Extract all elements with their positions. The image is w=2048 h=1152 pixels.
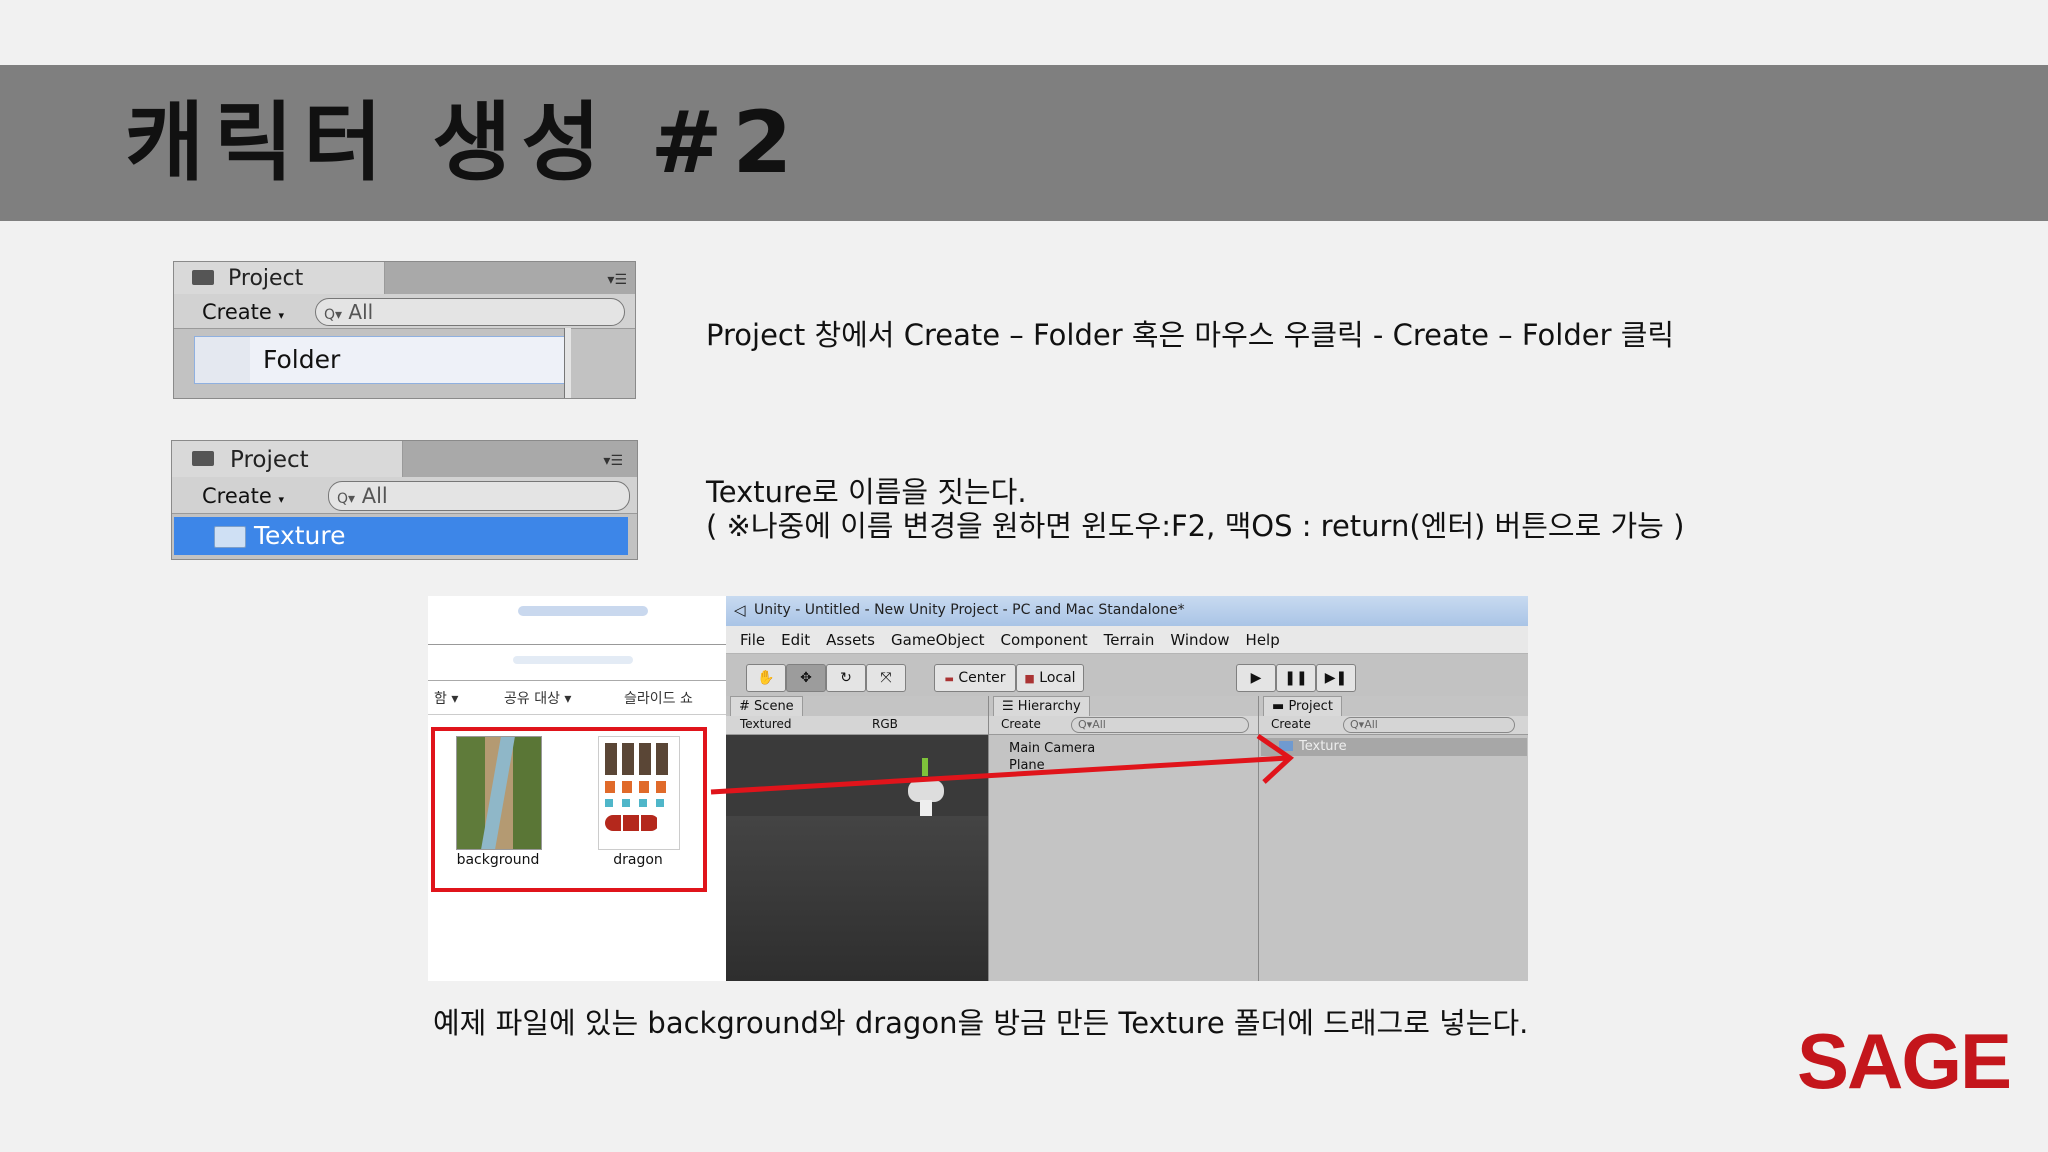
texture-folder-row[interactable]: Texture (174, 517, 628, 555)
project-tab[interactable]: Project (172, 441, 403, 477)
search-icon: Q▾ (324, 307, 343, 323)
project-tab-label: Project (230, 447, 309, 473)
rename-field[interactable]: Folder (194, 336, 568, 384)
search-field[interactable]: Q▾ All (315, 298, 625, 326)
drag-illustration: 함 ▾ 공유 대상 ▾ 슬라이드 쇼 background dragon ◁ U… (428, 596, 1528, 981)
sage-logo: SAGE (1797, 1017, 2012, 1105)
drag-arrow (710, 733, 1294, 795)
chevron-down-icon: ▾ (278, 493, 284, 506)
search-icon: Q▾ (337, 491, 356, 507)
project-panel-folder: Project ▾☰ Create ▾ Q▾ All Folder (173, 261, 636, 399)
create-dropdown[interactable]: Create ▾ (202, 484, 284, 508)
project-tab-label: Project (228, 266, 304, 291)
panel-menu-icon[interactable]: ▾☰ (607, 272, 627, 288)
step2-line2: ( ※나중에 이름 변경을 원하면 윈도우:F2, 맥OS : return(엔… (706, 509, 1685, 543)
texture-folder-label: Texture (254, 521, 346, 550)
folder-name-text: Folder (263, 345, 341, 374)
create-label: Create (202, 484, 272, 508)
folder-icon (192, 451, 214, 466)
search-field[interactable]: Q▾ All (328, 481, 630, 511)
panel-menu-icon[interactable]: ▾☰ (603, 453, 623, 469)
step1-description: Project 창에서 Create – Folder 혹은 마우스 우클릭 -… (706, 318, 1675, 352)
project-panel-texture: Project ▾☰ Create ▾ Q▾ All Texture (171, 440, 638, 560)
create-label: Create (202, 300, 272, 324)
caption: 예제 파일에 있는 background와 dragon을 방금 만든 Text… (433, 1006, 1529, 1040)
search-placeholder: All (361, 484, 388, 508)
slide-title: 캐릭터 생성 #2 (125, 93, 803, 193)
folder-icon (192, 270, 214, 285)
search-placeholder: All (348, 300, 374, 324)
chevron-down-icon: ▾ (278, 309, 284, 322)
folder-icon (214, 526, 246, 548)
project-tab[interactable]: Project (174, 262, 385, 294)
create-dropdown[interactable]: Create ▾ (202, 300, 284, 324)
